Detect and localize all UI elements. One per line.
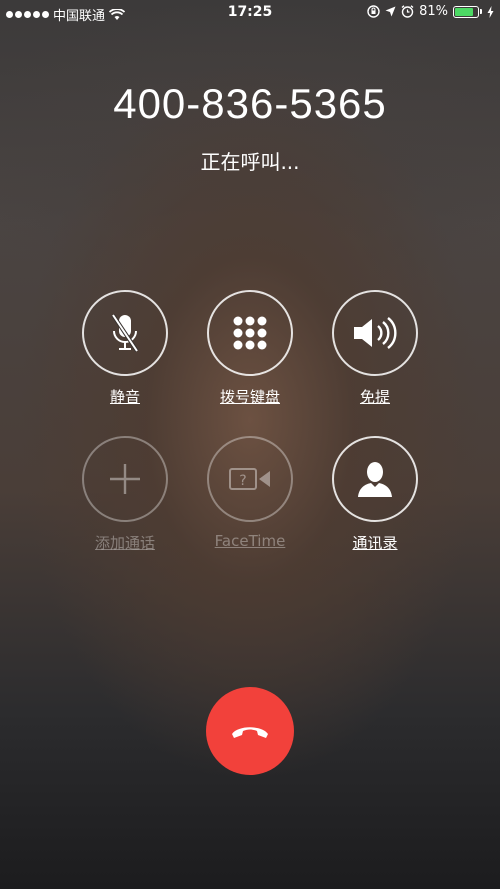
call-status: 正在呼叫... [200, 150, 300, 174]
status-bar: 中国联通 17:25 81% [0, 0, 500, 26]
battery-percent: 81% [419, 4, 448, 19]
speaker-button-circle[interactable] [332, 290, 418, 376]
facetime-icon: ? [229, 468, 270, 490]
contacts-button-label[interactable]: 通讯录 [305, 532, 445, 553]
alarm-clock-icon [401, 5, 414, 18]
location-arrow-icon [385, 6, 396, 17]
keypad-button-label[interactable]: 拨号键盘 [180, 386, 320, 407]
facetime-button-label[interactable]: FaceTime [180, 532, 320, 550]
mute-button-circle[interactable] [82, 290, 168, 376]
plus-icon [110, 464, 140, 494]
speaker-button-label[interactable]: 免提 [305, 386, 445, 407]
keypad-button-circle[interactable] [207, 290, 293, 376]
speaker-icon [354, 317, 397, 349]
contacts-button[interactable]: 通讯录 [305, 436, 445, 553]
end-call-icon [232, 727, 268, 738]
facetime-button-circle[interactable]: ? [207, 436, 293, 522]
charging-bolt-icon [487, 5, 494, 18]
microphone-muted-icon [111, 313, 139, 353]
facetime-button[interactable]: ? FaceTime [180, 436, 320, 550]
battery-icon [453, 5, 479, 18]
mute-button[interactable]: 静音 [55, 290, 195, 407]
add-call-button-label[interactable]: 添加通话 [55, 532, 195, 553]
keypad-icon [233, 316, 267, 350]
add-call-button-circle[interactable] [82, 436, 168, 522]
add-call-button[interactable]: 添加通话 [55, 436, 195, 553]
orientation-lock-icon [367, 5, 380, 18]
contacts-button-circle[interactable] [332, 436, 418, 522]
keypad-button[interactable]: 拨号键盘 [180, 290, 320, 407]
speaker-button[interactable]: 免提 [305, 290, 445, 407]
battery-level-fill [455, 7, 473, 16]
mute-button-label[interactable]: 静音 [55, 386, 195, 407]
contacts-icon [358, 462, 392, 497]
end-call-button[interactable] [206, 687, 294, 775]
svg-text:?: ? [239, 473, 246, 489]
phone-number: 400-836-5365 [113, 80, 387, 127]
status-bar-right: 81% [367, 4, 494, 19]
battery-cap [480, 9, 482, 14]
